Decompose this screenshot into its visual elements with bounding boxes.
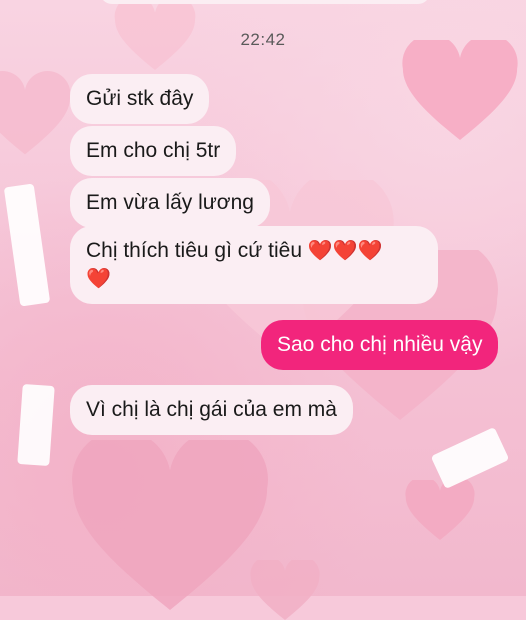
outgoing-message-bubble[interactable]: Sao cho chị nhiều vậy: [261, 320, 499, 370]
message-text: Sao cho chị nhiều vậy: [277, 333, 483, 356]
background-heart-icon: [405, 480, 475, 540]
message-timestamp: 22:42: [240, 30, 286, 49]
incoming-message-bubble[interactable]: Chị thích tiêu gì cứ tiêu ❤️❤️❤️ ❤️: [70, 226, 438, 304]
message-text: Chị thích tiêu gì cứ tiêu: [86, 239, 302, 262]
red-heart-emoji-icon: ❤️❤️❤️: [307, 240, 383, 262]
incoming-message-bubble[interactable]: Em vừa lấy lương: [70, 178, 270, 228]
incoming-message-bubble[interactable]: Gửi stk đây: [70, 74, 210, 124]
background-heart-icon: [0, 71, 70, 155]
white-ribbon-sticker: [3, 183, 51, 307]
background-heart-icon: [250, 560, 320, 620]
red-heart-emoji-icon: ❤️: [86, 268, 111, 290]
previous-message-bubble-edge: [100, 0, 430, 4]
incoming-message-bubble[interactable]: Em cho chị 5tr: [70, 126, 237, 176]
message-text: Em cho chị 5tr: [86, 139, 221, 162]
message-text: Em vừa lấy lương: [86, 191, 254, 214]
white-ribbon-sticker: [17, 383, 55, 467]
background-heart-icon: [402, 40, 518, 140]
message-text: Gửi stk đây: [86, 87, 194, 110]
message-text: Vì chị là chị gái của em mà: [86, 398, 337, 421]
incoming-message-bubble[interactable]: Vì chị là chị gái của em mà: [70, 385, 353, 435]
